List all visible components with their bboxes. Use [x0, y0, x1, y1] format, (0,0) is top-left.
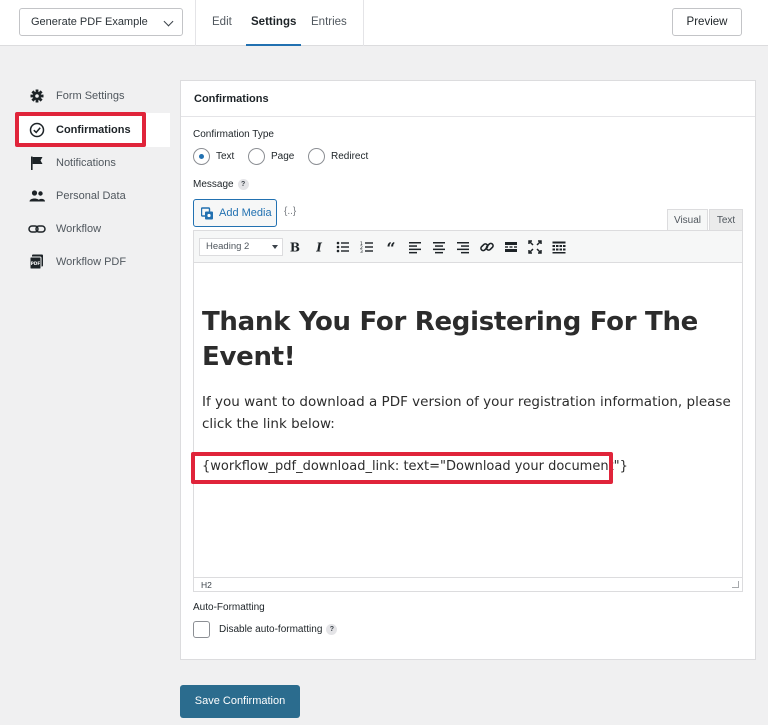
- tab-settings-label: Settings: [251, 16, 297, 28]
- nav-divider: [363, 0, 364, 46]
- active-tab-indicator: [246, 44, 302, 46]
- italic-icon[interactable]: I: [311, 239, 327, 255]
- sidebar-item-label: Workflow: [56, 223, 102, 235]
- media-icon: [200, 207, 214, 220]
- help-icon[interactable]: ?: [237, 179, 249, 190]
- sidebar-item-label: Personal Data: [56, 190, 126, 202]
- tab-entries-label: Entries: [311, 16, 347, 28]
- link-icon[interactable]: [479, 239, 495, 255]
- message-label-text: Message: [193, 179, 234, 190]
- tab-edit[interactable]: Edit: [212, 0, 232, 46]
- sidebar-item-label: Form Settings: [56, 90, 125, 102]
- tab-edit-label: Edit: [212, 16, 232, 28]
- confirmation-type-label: Confirmation Type: [193, 129, 274, 140]
- add-media-button[interactable]: Add Media: [193, 199, 277, 227]
- resize-handle-icon[interactable]: [732, 581, 739, 588]
- preview-button[interactable]: Preview: [672, 8, 742, 36]
- radio-text-label: Text: [216, 151, 235, 162]
- sidebar-item-label: Notifications: [56, 157, 116, 169]
- tab-text[interactable]: Text: [709, 209, 743, 231]
- format-select-value: Heading 2: [206, 241, 250, 252]
- gear-icon: [28, 88, 46, 104]
- nav-divider: [195, 0, 196, 46]
- tab-visual[interactable]: Visual: [667, 209, 708, 231]
- toolbar-toggle-icon[interactable]: [551, 239, 567, 255]
- content-paragraph: If you want to download a PDF version of…: [202, 394, 731, 432]
- save-confirmation-button[interactable]: Save Confirmation: [180, 685, 300, 718]
- top-bar: Generate PDF Example Edit Settings Entri…: [0, 0, 768, 46]
- svg-text:“: “: [386, 239, 395, 255]
- highlight-box: [191, 452, 613, 484]
- bullet-list-icon[interactable]: [335, 239, 351, 255]
- panel-title: Confirmations: [181, 81, 755, 117]
- align-right-icon[interactable]: [455, 239, 471, 255]
- help-icon[interactable]: ?: [326, 624, 338, 635]
- pdf-icon: PDF: [28, 254, 46, 270]
- caret-down-icon: [272, 245, 278, 249]
- svg-text:PDF: PDF: [31, 261, 41, 266]
- users-icon: [28, 188, 46, 204]
- element-path[interactable]: H2: [201, 580, 212, 590]
- auto-formatting-label: Auto-Formatting: [193, 602, 265, 613]
- editor-statusbar: H2: [194, 577, 742, 591]
- tab-settings[interactable]: Settings: [246, 0, 302, 46]
- sidebar-item-label: Workflow PDF: [56, 256, 127, 268]
- align-center-icon[interactable]: [431, 239, 447, 255]
- workflow-link-icon: [28, 221, 46, 237]
- message-editor[interactable]: Heading 2 B I 123 “ Thank You For Regist…: [191, 230, 743, 592]
- format-select[interactable]: Heading 2: [199, 238, 283, 256]
- editor-toolbar: Heading 2 B I 123 “: [194, 231, 742, 263]
- tab-entries[interactable]: Entries: [311, 0, 347, 46]
- radio-page[interactable]: [248, 148, 265, 165]
- radio-redirect-label: Redirect: [331, 151, 369, 162]
- align-left-icon[interactable]: [407, 239, 423, 255]
- merge-tags-button[interactable]: {..}: [284, 206, 296, 217]
- read-more-icon[interactable]: [503, 239, 519, 255]
- svg-text:3: 3: [360, 249, 363, 255]
- add-media-label: Add Media: [219, 207, 272, 219]
- radio-page-label: Page: [271, 151, 295, 162]
- radio-text[interactable]: [193, 148, 210, 165]
- numbered-list-icon[interactable]: 123: [359, 239, 375, 255]
- disable-auto-formatting-checkbox[interactable]: [193, 621, 210, 638]
- form-select-value: Generate PDF Example: [31, 16, 148, 28]
- disable-auto-formatting-text: Disable auto-formatting: [219, 624, 323, 635]
- svg-text:B: B: [290, 241, 300, 255]
- message-label: Message?: [193, 179, 249, 190]
- editor-content[interactable]: Thank You For Registering For The Event!…: [191, 263, 742, 577]
- chevron-down-icon: [163, 16, 174, 27]
- flag-icon: [28, 155, 46, 171]
- content-heading: Thank You For Registering For The Event!: [202, 307, 698, 372]
- svg-text:I: I: [315, 241, 322, 255]
- form-select[interactable]: Generate PDF Example: [19, 8, 183, 36]
- bold-icon[interactable]: B: [287, 239, 303, 255]
- blockquote-icon[interactable]: “: [383, 239, 399, 258]
- highlight-box: [15, 112, 146, 147]
- fullscreen-icon[interactable]: [527, 239, 543, 255]
- disable-auto-formatting-label: Disable auto-formatting?: [219, 624, 338, 635]
- radio-redirect[interactable]: [308, 148, 325, 165]
